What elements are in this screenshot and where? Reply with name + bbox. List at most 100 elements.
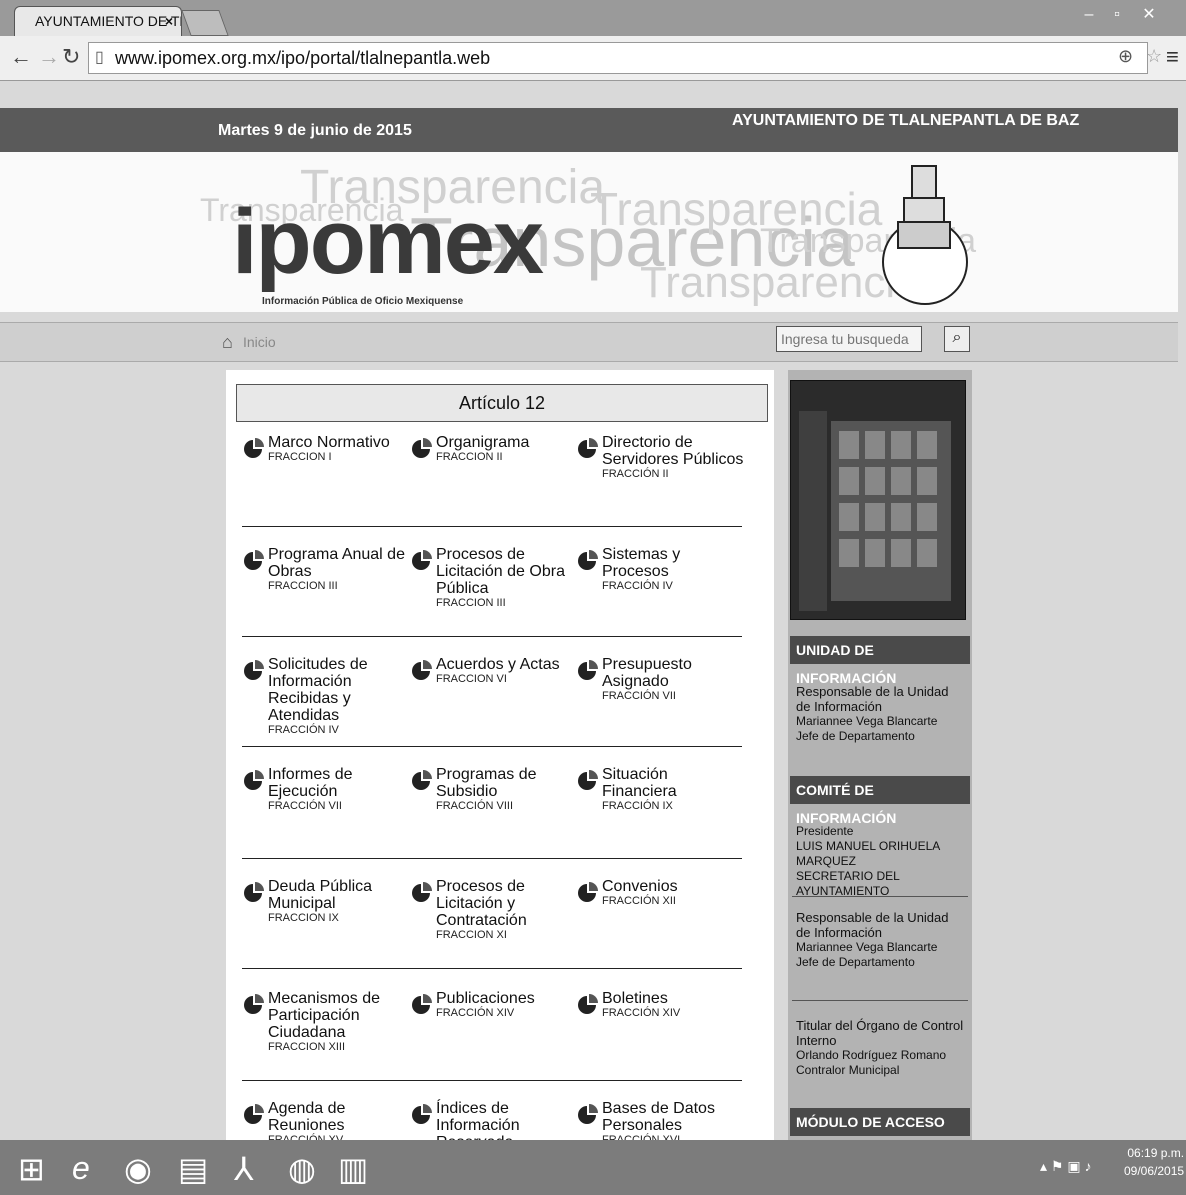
banner-watermark: Transparencia: [640, 258, 920, 307]
internet-explorer-icon[interactable]: e: [72, 1150, 90, 1187]
menu-icon[interactable]: ≡: [1166, 44, 1179, 70]
transparency-emblem-icon: [882, 165, 968, 305]
document-pie-icon: [578, 770, 598, 790]
document-pie-icon: [244, 770, 264, 790]
search-icon[interactable]: ⌕: [944, 326, 970, 352]
tab-close-icon[interactable]: ×: [165, 7, 173, 35]
unidad-name: Mariannee Vega Blancarte: [796, 714, 938, 728]
clock-time: 06:19 p.m.: [1127, 1146, 1185, 1160]
item-name: Mecanismos de Participación Ciudadana: [268, 990, 381, 1041]
transparency-item[interactable]: Mecanismos de Participación Ciudadana FRA…: [242, 990, 412, 1053]
transparency-item[interactable]: Boletines FRACCIÓN XIV: [576, 990, 746, 1019]
transparency-item[interactable]: Organigrama FRACCION II: [410, 434, 580, 463]
titular-position: Contralor Municipal: [796, 1063, 900, 1077]
president-name: LUIS MANUEL ORIHUELA MARQUEZ: [796, 839, 940, 868]
document-pie-icon: [244, 882, 264, 902]
acrobat-icon[interactable]: ⅄: [234, 1150, 254, 1188]
tab-title: AYUNTAMIENTO DE TLAL: [35, 13, 181, 29]
item-fraction: FRACCIÓN XII: [602, 895, 676, 907]
item-name: Informes de Ejecución: [268, 766, 353, 800]
logo-tagline: Información Pública de Oficio Mexiquense: [262, 296, 464, 307]
transparency-item[interactable]: Deuda Pública Municipal FRACCION IX: [242, 878, 412, 924]
sidebar-separator: [792, 896, 968, 897]
minimize-icon[interactable]: –: [1076, 4, 1102, 26]
row-separator: [242, 526, 742, 527]
search-input[interactable]: [776, 326, 922, 352]
item-fraction: FRACCION II: [436, 451, 503, 463]
sidebar-separator: [792, 1000, 968, 1001]
transparency-item[interactable]: Publicaciones FRACCIÓN XIV: [410, 990, 580, 1019]
transparency-item[interactable]: Presupuesto Asignado FRACCIÓN VII: [576, 656, 746, 702]
item-name: Boletines: [602, 990, 668, 1007]
transparency-item[interactable]: Programa Anual de Obras FRACCION III: [242, 546, 412, 592]
media-player-icon[interactable]: ◍: [288, 1150, 316, 1188]
item-fraction: FRACCIÓN II: [602, 468, 669, 480]
row-separator: [242, 746, 742, 747]
home-link[interactable]: Inicio: [243, 334, 276, 350]
transparency-item[interactable]: Convenios FRACCIÓN XII: [576, 878, 746, 907]
file-explorer-icon[interactable]: ▤: [178, 1150, 208, 1188]
item-name: Organigrama: [436, 434, 530, 451]
transparency-item[interactable]: Directorio de Servidores Públicos FRACCIÓ…: [576, 434, 746, 480]
document-pie-icon: [244, 994, 264, 1014]
reload-icon[interactable]: ↻: [62, 44, 80, 70]
home-icon[interactable]: ⌂: [222, 332, 233, 353]
bookmark-star-icon[interactable]: ☆: [1146, 46, 1162, 67]
row-separator: [242, 968, 742, 969]
president-position: SECRETARIO DEL AYUNTAMIENTO: [796, 869, 900, 898]
close-window-icon[interactable]: ✕: [1136, 4, 1162, 26]
item-fraction: FRACCIÓN IV: [602, 580, 673, 592]
document-pie-icon: [244, 550, 264, 570]
transparency-item[interactable]: Procesos de Licitación de Obra Pública FR…: [410, 546, 580, 609]
item-fraction: FRACCION III: [268, 580, 338, 592]
transparency-item[interactable]: Situación Financiera FRACCIÓN IX: [576, 766, 746, 812]
item-name: Marco Normativo: [268, 434, 390, 451]
windows-start-icon[interactable]: ⊞: [18, 1150, 45, 1188]
document-pie-icon: [412, 438, 432, 458]
forward-icon[interactable]: →: [38, 44, 60, 70]
maximize-icon[interactable]: ▫: [1104, 4, 1130, 26]
titular-name: Orlando Rodríguez Romano: [796, 1048, 947, 1062]
row-separator: [242, 1080, 742, 1081]
document-pie-icon: [412, 994, 432, 1014]
municipality-name: AYUNTAMIENTO DE TLALNEPANTLA DE BAZ: [732, 112, 1080, 129]
document-pie-icon: [244, 1104, 264, 1124]
item-name: Agenda de Reuniones: [268, 1100, 346, 1134]
section-title: Artículo 12: [236, 384, 768, 422]
tray-icons[interactable]: ▴ ⚑ ▣ ♪: [1040, 1158, 1091, 1175]
system-clock[interactable]: 06:19 p.m. 09/06/2015: [1124, 1144, 1184, 1180]
item-fraction: FRACCION XI: [436, 929, 507, 941]
unidad-position: Jefe de Departamento: [796, 729, 915, 743]
transparency-item[interactable]: Solicitudes de Información Recibidas y A…: [242, 656, 412, 736]
responsable-position: Jefe de Departamento: [796, 955, 915, 969]
transparency-item[interactable]: Marco Normativo FRACCION I: [242, 434, 412, 463]
transparency-item[interactable]: Acuerdos y Actas FRACCION VI: [410, 656, 580, 685]
acceso-header[interactable]: MÓDULO DE ACCESO: [790, 1108, 970, 1136]
item-fraction: FRACCIÓN VII: [602, 690, 676, 702]
ipomex-logo[interactable]: ipomex: [232, 196, 544, 288]
document-pie-icon: [578, 1104, 598, 1124]
back-icon[interactable]: ←: [10, 44, 32, 70]
document-pie-icon: [578, 550, 598, 570]
address-bar[interactable]: ▯ www.ipomex.org.mx/ipo/portal/tlalnepan…: [88, 42, 1148, 74]
item-fraction: FRACCIÓN VII: [268, 800, 342, 812]
item-fraction: FRACCION VI: [436, 673, 507, 685]
nav-bar: [0, 322, 1178, 362]
item-name: Publicaciones: [436, 990, 535, 1007]
row-separator: [242, 636, 742, 637]
document-pie-icon: [412, 770, 432, 790]
item-fraction: FRACCION I: [268, 451, 332, 463]
transparency-item[interactable]: Procesos de Licitación y Contratación FRA…: [410, 878, 580, 941]
item-name: Sistemas y Procesos: [602, 546, 681, 580]
item-name: Procesos de Licitación de Obra Pública: [436, 546, 565, 597]
unidad-contact: Responsable de la Unidad de Información …: [796, 684, 966, 744]
transparency-item[interactable]: Programas de Subsidio FRACCIÓN VIII: [410, 766, 580, 812]
word-icon[interactable]: ▥: [338, 1150, 368, 1188]
current-date: Martes 9 de junio de 2015: [218, 122, 412, 139]
zoom-icon[interactable]: ⊕: [1118, 46, 1133, 67]
transparency-item[interactable]: Sistemas y Procesos FRACCIÓN IV: [576, 546, 746, 592]
responsable-role: Responsable de la Unidad de Información: [796, 910, 949, 940]
transparency-item[interactable]: Informes de Ejecución FRACCIÓN VII: [242, 766, 412, 812]
browser-tab[interactable]: AYUNTAMIENTO DE TLAL ×: [14, 6, 182, 36]
chrome-icon[interactable]: ◉: [124, 1150, 152, 1188]
